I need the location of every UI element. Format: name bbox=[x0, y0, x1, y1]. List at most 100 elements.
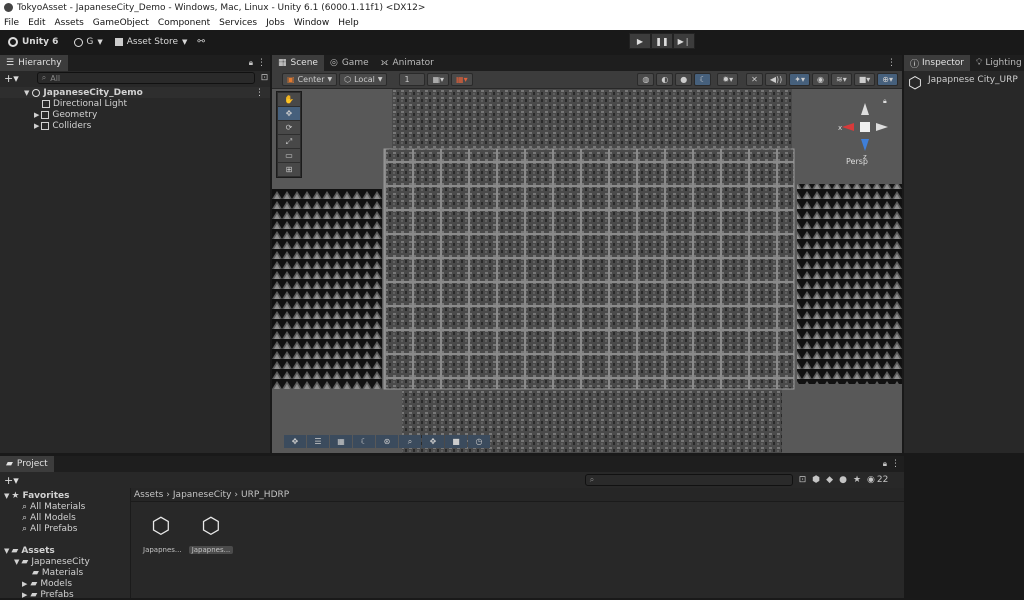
hierarchy-search-input[interactable]: ⌕ All bbox=[36, 72, 255, 84]
menu-assets[interactable]: Assets bbox=[55, 18, 84, 28]
favorite-item[interactable]: ⌕ All Models bbox=[0, 512, 130, 523]
menu-file[interactable]: File bbox=[4, 18, 19, 28]
lighting-toggle[interactable]: ✕ bbox=[746, 73, 763, 86]
menu-jobs[interactable]: Jobs bbox=[266, 18, 285, 28]
overlay-compass-button[interactable]: ◷ bbox=[468, 435, 490, 448]
snap-increment-field[interactable]: 1 bbox=[399, 73, 426, 86]
move-arrows-icon: ✥ bbox=[429, 437, 437, 446]
overlay-align-button[interactable]: ☰ bbox=[307, 435, 329, 448]
favorite-item[interactable]: ⌕ All Prefabs bbox=[0, 523, 130, 534]
warning-icon[interactable]: ● bbox=[839, 475, 847, 485]
lock-icon[interactable]: 🔒︎ bbox=[249, 58, 253, 68]
pause-button[interactable]: ❚❚ bbox=[651, 33, 673, 49]
view-tool-button[interactable]: ✋ bbox=[278, 93, 300, 106]
add-object-button[interactable]: +▾ bbox=[4, 72, 19, 85]
step-button[interactable]: ▶❘ bbox=[673, 33, 695, 49]
unity-version-button[interactable]: Unity 6 bbox=[8, 33, 58, 51]
favorites-row[interactable]: ▼ ★ Favorites bbox=[0, 490, 130, 501]
breadcrumb-item[interactable]: URP_HDRP bbox=[241, 490, 289, 500]
account-button[interactable]: G ▼ bbox=[74, 33, 103, 51]
asset-store-button[interactable]: Asset Store ▼ bbox=[114, 33, 187, 51]
debug-draw-dropdown[interactable]: ✹▾ bbox=[717, 73, 739, 86]
asset-tile[interactable]: ⬡ Japapnes... bbox=[189, 516, 233, 554]
lock-icon[interactable]: 🔒︎ bbox=[883, 97, 887, 106]
kebab-menu-icon[interactable]: ⋮ bbox=[257, 58, 266, 68]
tab-game[interactable]: ◎ Game bbox=[324, 55, 375, 71]
play-button[interactable]: ▶ bbox=[629, 33, 651, 49]
search-by-type-icon[interactable]: ⊡ bbox=[799, 475, 807, 485]
local-cube-icon: ⬡ bbox=[344, 75, 352, 84]
tab-lighting[interactable]: 💡︎ Lighting bbox=[970, 55, 1024, 71]
favorite-item[interactable]: ⌕ All Materials bbox=[0, 501, 130, 512]
scene-visibility-icon[interactable]: ⊡ bbox=[261, 73, 269, 83]
audio-toggle[interactable]: ◀)) bbox=[764, 73, 788, 86]
kebab-menu-icon[interactable]: ⋮ bbox=[887, 58, 896, 68]
rect-tool-button[interactable]: ▭ bbox=[278, 149, 300, 162]
scene-viewport[interactable]: ✋ ✥ ⟳ ⤢ ▭ ⊞ x z Persp 🔒︎ ✥ ☰ ▦ ☾ ⊛ ⌕ ✥ ■… bbox=[272, 89, 902, 453]
kebab-menu-icon[interactable]: ⋮ bbox=[891, 459, 900, 469]
lock-icon[interactable]: 🔒︎ bbox=[883, 459, 887, 469]
hierarchy-search-placeholder: All bbox=[50, 73, 61, 83]
hierarchy-item[interactable]: ▶ Colliders bbox=[0, 120, 270, 131]
tab-scene[interactable]: ▦ Scene bbox=[272, 55, 324, 71]
projection-toggle[interactable]: Persp bbox=[846, 157, 868, 166]
overlay-camera-button[interactable]: ■ bbox=[445, 435, 467, 448]
overlay-move-button[interactable]: ✥ bbox=[284, 435, 306, 448]
tab-inspector[interactable]: ⓘ Inspector bbox=[904, 55, 970, 71]
main-toolbar: Unity 6 G ▼ Asset Store ▼ ⚯ bbox=[0, 30, 1024, 54]
tag-icon[interactable]: ◆ bbox=[826, 475, 833, 485]
menu-services[interactable]: Services bbox=[219, 18, 257, 28]
breadcrumb-item[interactable]: Assets bbox=[134, 490, 163, 500]
search-by-label-icon[interactable]: ⬢ bbox=[812, 475, 820, 485]
menu-window[interactable]: Window bbox=[294, 18, 330, 28]
space-mode-dropdown[interactable]: ⬡ Local ▼ bbox=[339, 73, 388, 86]
overlay-light-button[interactable]: ☾ bbox=[353, 435, 375, 448]
overlay-grid-button[interactable]: ▦ bbox=[330, 435, 352, 448]
breadcrumb-item[interactable]: JapaneseCity bbox=[173, 490, 232, 500]
hierarchy-item[interactable]: Directional Light bbox=[0, 98, 270, 109]
orientation-gizmo[interactable]: x z Persp bbox=[832, 99, 892, 166]
create-asset-button[interactable]: +▾ bbox=[4, 474, 19, 487]
shaded-button[interactable]: ● bbox=[675, 73, 693, 86]
draw-mode-button[interactable]: ◍ bbox=[637, 73, 655, 86]
folder-row[interactable]: ▰ Materials bbox=[0, 567, 130, 578]
overlay-search-button[interactable]: ⌕ bbox=[399, 435, 421, 448]
project-search-input[interactable]: ⌕ bbox=[584, 474, 793, 486]
overlay-center-button[interactable]: ✥ bbox=[422, 435, 444, 448]
layers-dropdown[interactable]: ≋▾ bbox=[830, 73, 852, 86]
folder-row[interactable]: ▼ ▰ JapaneseCity bbox=[0, 556, 130, 567]
grid-snapping-dropdown[interactable]: ▦▾ bbox=[427, 73, 450, 86]
assets-root-row[interactable]: ▼ ▰ Assets bbox=[0, 545, 130, 556]
tab-project[interactable]: ▰ Project bbox=[0, 456, 54, 472]
overlay-navigate-button[interactable]: ⊛ bbox=[376, 435, 398, 448]
hierarchy-item[interactable]: ▶ Geometry bbox=[0, 109, 270, 120]
menu-edit[interactable]: Edit bbox=[28, 18, 45, 28]
grid-visibility-dropdown[interactable]: ▦▾ bbox=[451, 73, 473, 86]
star-icon[interactable]: ★ bbox=[853, 475, 861, 485]
menu-gameobject[interactable]: GameObject bbox=[93, 18, 149, 28]
shaded-wireframe-button[interactable]: ◐ bbox=[656, 73, 674, 86]
hand-icon: ✋ bbox=[284, 95, 294, 104]
menu-component[interactable]: Component bbox=[158, 18, 210, 28]
lit-mode-button[interactable]: ☾ bbox=[694, 73, 712, 86]
navigate-icon: ⊛ bbox=[383, 437, 391, 446]
tab-hierarchy[interactable]: ☰ Hierarchy bbox=[0, 55, 68, 71]
rotate-tool-button[interactable]: ⟳ bbox=[278, 121, 300, 134]
asset-tile[interactable]: ⬡ Japapnes... bbox=[143, 516, 182, 555]
hierarchy-scene-row[interactable]: ▼ JapaneseCity_Demo ⋮ bbox=[0, 87, 270, 98]
scene-visibility-toggle[interactable]: ◉ bbox=[812, 73, 829, 86]
folder-row[interactable]: ▶ ▰ Models bbox=[0, 578, 130, 589]
move-tool-button[interactable]: ✥ bbox=[278, 107, 300, 120]
menu-help[interactable]: Help bbox=[338, 18, 359, 28]
kebab-menu-icon[interactable]: ⋮ bbox=[255, 88, 264, 98]
scale-tool-button[interactable]: ⤢ bbox=[278, 135, 300, 148]
tab-animator[interactable]: ⟗ Animator bbox=[375, 55, 440, 71]
effects-dropdown[interactable]: ✦▾ bbox=[789, 73, 810, 86]
eye-icon[interactable]: ◉ bbox=[867, 475, 875, 485]
version-control-button[interactable]: ⚯ bbox=[197, 33, 205, 51]
camera-dropdown[interactable]: ■▾ bbox=[853, 73, 876, 86]
pivot-mode-dropdown[interactable]: ▣ Center ▼ bbox=[282, 73, 338, 86]
folder-row[interactable]: ▶ ▰ Prefabs bbox=[0, 589, 130, 600]
transform-tool-button[interactable]: ⊞ bbox=[278, 163, 300, 176]
gizmos-dropdown[interactable]: ⊕▾ bbox=[877, 73, 898, 86]
